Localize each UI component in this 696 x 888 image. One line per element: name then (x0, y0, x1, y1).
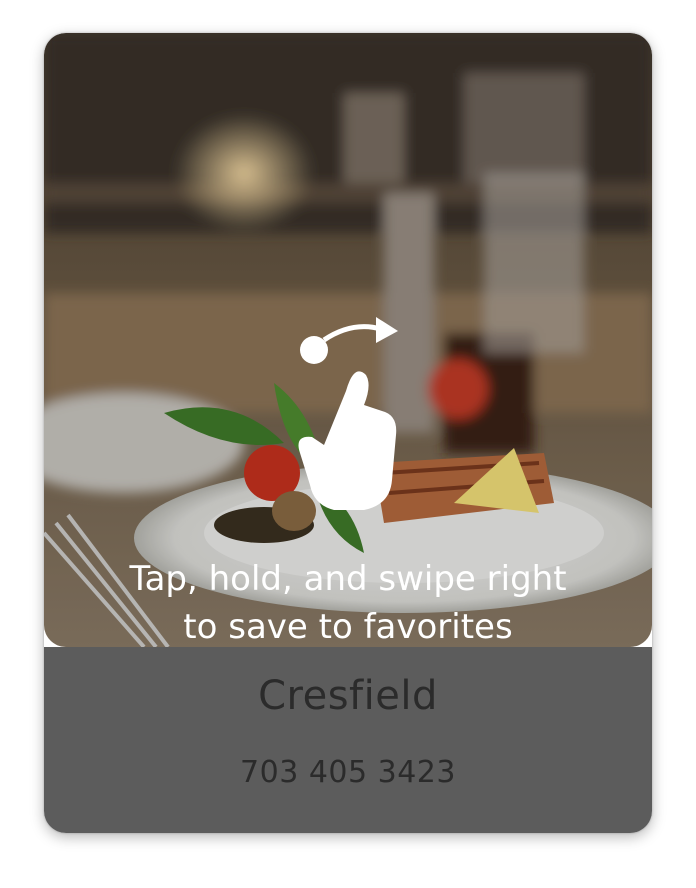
hint-line-1: Tap, hold, and swipe right (129, 559, 567, 599)
hint-line-2: to save to favorites (183, 607, 513, 647)
restaurant-photo: Tap, hold, and swipe right to save to fa… (44, 33, 652, 647)
restaurant-phone[interactable]: 703 405 3423 (44, 755, 652, 790)
swipe-right-gesture-icon (298, 317, 398, 510)
restaurant-card[interactable]: Tap, hold, and swipe right to save to fa… (44, 33, 652, 833)
swipe-hint-text: Tap, hold, and swipe right to save to fa… (44, 555, 652, 647)
restaurant-name: Cresfield (258, 673, 438, 719)
